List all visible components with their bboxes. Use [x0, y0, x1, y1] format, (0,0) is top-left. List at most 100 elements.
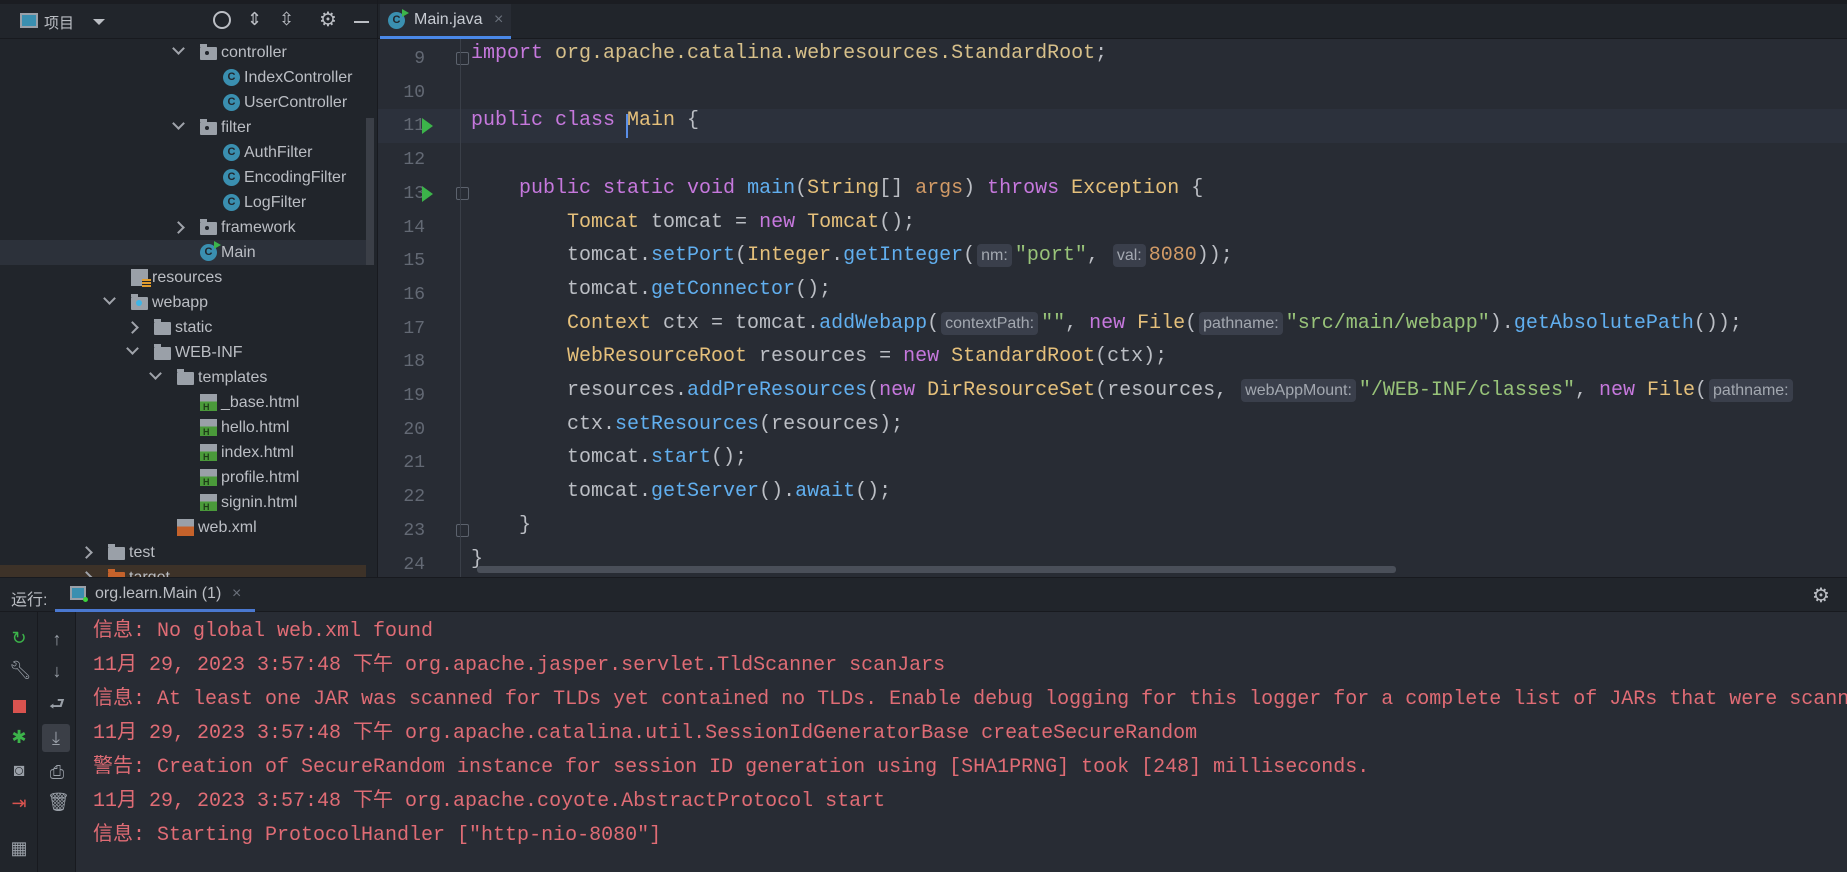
code-token: Exception — [1071, 176, 1180, 200]
code-token: . — [831, 244, 844, 268]
trash-icon[interactable]: 🗑︎ — [47, 792, 70, 812]
stop-icon[interactable] — [13, 700, 26, 713]
tab-main-java[interactable]: C Main.java × — [380, 4, 511, 39]
gear-icon[interactable]: ⚙ — [319, 7, 337, 32]
code-token: , — [1086, 244, 1111, 268]
tree-item[interactable]: C LogFilter — [0, 190, 366, 215]
code-token: , — [1065, 311, 1090, 335]
tree-item[interactable]: controller — [0, 40, 366, 65]
code-token: (); — [855, 480, 892, 504]
parameter-hint: contextPath: — [941, 311, 1039, 335]
java-class-icon: C — [223, 169, 240, 186]
tree-item[interactable]: Hindex.html — [0, 440, 366, 465]
tree-item[interactable]: H _base.html — [0, 390, 366, 415]
arrow-up-icon[interactable]: ↑ — [47, 629, 67, 649]
tree-item[interactable]: test — [0, 540, 366, 565]
tree-item[interactable]: resources — [0, 265, 366, 290]
camera-icon[interactable]: ◙ — [9, 760, 29, 780]
tree-item[interactable]: Hsignin.html — [0, 490, 366, 515]
project-panel-header: 项目 ⇕ ⇳ ⚙ — [0, 0, 377, 39]
collapse-all-icon[interactable]: ⇳ — [279, 9, 294, 30]
tree-item[interactable]: templates — [0, 365, 366, 390]
expand-all-icon[interactable]: ⇕ — [247, 9, 262, 30]
tree-item[interactable]: C IndexController — [0, 65, 366, 90]
close-icon[interactable]: × — [232, 578, 241, 609]
java-class-icon: C — [223, 144, 240, 161]
code-token: [] — [879, 176, 916, 200]
tree-item[interactable]: C UserController — [0, 90, 366, 115]
chevron-down-icon[interactable] — [172, 42, 185, 55]
wrench-icon[interactable]: 🔧︎ — [9, 660, 32, 680]
close-icon[interactable]: × — [494, 4, 503, 36]
tree-item[interactable]: Hprofile.html — [0, 465, 366, 490]
tree-item[interactable]: framework — [0, 215, 366, 240]
tree-item[interactable]: WEB-INF — [0, 340, 366, 365]
line-number: 22 — [403, 487, 425, 508]
tree-item[interactable]: C Main — [0, 240, 366, 265]
run-icon[interactable] — [422, 185, 433, 202]
html-file-icon: H — [200, 469, 217, 487]
fold-icon[interactable] — [456, 52, 469, 65]
print-icon[interactable]: ⎙ — [47, 762, 67, 782]
project-panel: 项目 ⇕ ⇳ ⚙ controller C IndexController C User… — [0, 0, 378, 590]
tree-item[interactable]: webapp — [0, 290, 366, 315]
html-file-icon: H — [200, 444, 217, 462]
scroll-to-end-icon[interactable]: ⤓ — [42, 724, 70, 752]
debug-icon[interactable]: ✱ — [9, 727, 29, 747]
soft-wrap-icon[interactable]: ⮐ — [47, 694, 67, 714]
chevron-down-icon[interactable] — [172, 117, 185, 130]
arrow-down-icon[interactable]: ↓ — [47, 661, 67, 681]
project-view-icon — [20, 13, 38, 28]
line-number: 15 — [403, 251, 425, 272]
code-token: start — [651, 446, 712, 470]
line-number: 11 — [403, 116, 425, 137]
code-token: Integer — [747, 244, 832, 268]
chevron-down-icon[interactable] — [126, 342, 139, 355]
dropdown-icon[interactable] — [93, 19, 105, 25]
chevron-down-icon[interactable] — [149, 367, 162, 380]
tree-item[interactable]: C EncodingFilter — [0, 165, 366, 190]
run-tab[interactable]: org.learn.Main (1) × — [55, 578, 255, 612]
run-tab-label: org.learn.Main (1) — [95, 585, 222, 602]
code-token: tomcat. — [471, 446, 652, 470]
code-token: "port" — [1014, 244, 1087, 268]
tree-item[interactable]: C AuthFilter — [0, 140, 366, 165]
fold-icon[interactable] — [456, 523, 469, 537]
chevron-down-icon[interactable] — [103, 292, 116, 305]
code-editor[interactable]: C Main.java × 9 import org.apache.catalin… — [378, 0, 1847, 577]
chevron-right-icon[interactable] — [126, 321, 139, 334]
chevron-right-icon[interactable] — [172, 221, 185, 234]
code-token: new — [879, 379, 928, 402]
run-icon[interactable] — [422, 118, 433, 135]
minimize-icon[interactable] — [354, 21, 369, 23]
code-line: public class Main { — [471, 109, 699, 143]
tree-item[interactable]: Hhello.html — [0, 415, 366, 440]
exit-icon[interactable]: ⇥ — [9, 793, 29, 813]
run-label: 运行: — [11, 592, 48, 609]
tree-item[interactable]: filter — [0, 115, 366, 140]
code-token: (). — [759, 480, 796, 504]
chevron-right-icon[interactable] — [80, 546, 93, 559]
java-main-class-icon: C — [200, 241, 221, 261]
web-folder-icon — [131, 294, 148, 310]
rerun-icon[interactable]: ↻ — [9, 628, 29, 648]
tree-item-label: test — [129, 544, 155, 561]
sidebar-scrollbar[interactable] — [366, 118, 374, 265]
code-token: ( — [963, 244, 976, 268]
locate-icon[interactable] — [213, 11, 231, 29]
gear-icon[interactable]: ⚙ — [1812, 583, 1830, 608]
layout-icon[interactable]: ▦ — [9, 838, 29, 858]
fold-icon[interactable] — [456, 186, 469, 200]
code-token: throws — [987, 176, 1072, 200]
tree-item[interactable]: web.xml — [0, 515, 366, 540]
code-token: resources = — [747, 345, 904, 369]
project-panel-title[interactable]: 项目 — [44, 12, 74, 33]
tree-item-label: index.html — [221, 444, 294, 461]
horizontal-scrollbar[interactable] — [477, 566, 1396, 573]
folder-package-icon — [200, 44, 217, 60]
parameter-hint: val: — [1112, 244, 1146, 268]
tree-item[interactable]: static — [0, 315, 366, 340]
code-token: new — [759, 210, 808, 234]
